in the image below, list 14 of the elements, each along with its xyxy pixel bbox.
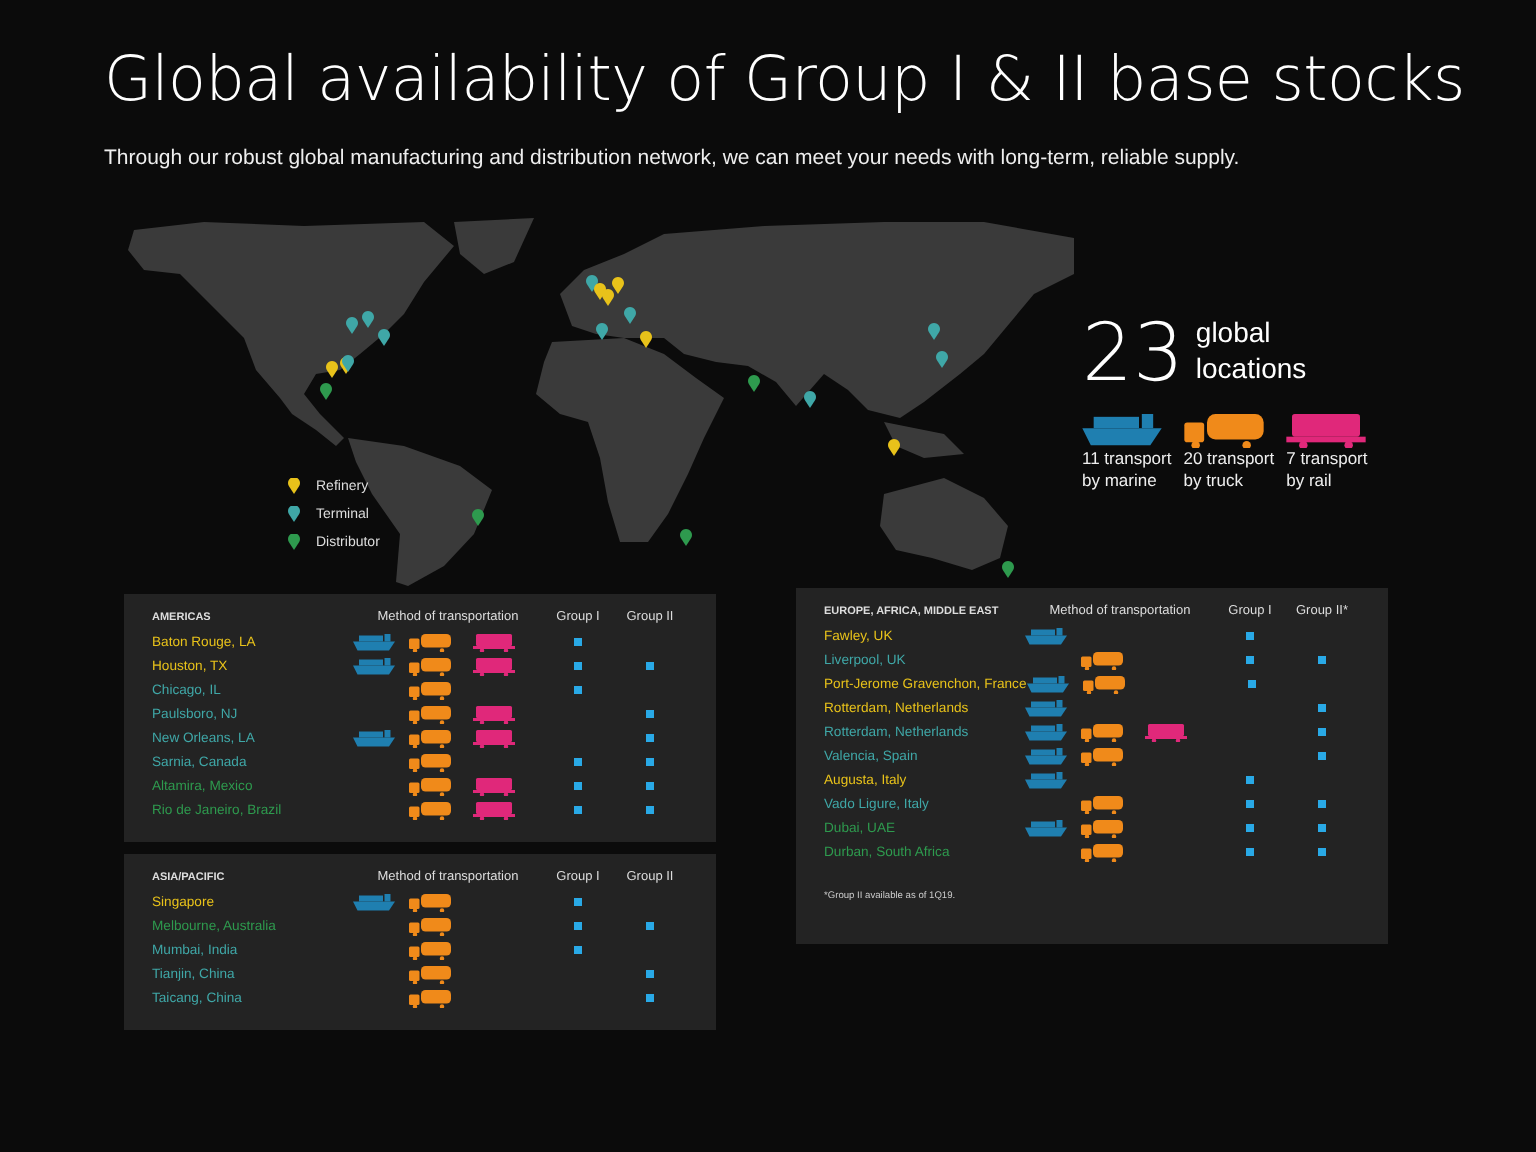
- transport-label: by rail: [1286, 470, 1334, 492]
- ship-icon: [1082, 414, 1162, 448]
- transport-label: 7 transport: [1286, 448, 1368, 470]
- transport-label: by truck: [1183, 470, 1245, 492]
- rail-car-icon: [1286, 414, 1367, 448]
- tanker-truck-icon: [1183, 414, 1264, 448]
- count-label: global: [1195, 314, 1273, 350]
- count-label: locations: [1195, 350, 1307, 386]
- page-title: Global availability of Group I & II base stocks: [104, 44, 1467, 116]
- transport-label: 20 transport: [1183, 448, 1275, 470]
- location-count: 23: [1082, 314, 1184, 394]
- subtitle: Through our robust global manufacturing and distribution network, we can meet your needs with long-term, reliable supply.: [104, 146, 1242, 170]
- transport-label: 11 transport: [1082, 448, 1172, 470]
- transport-label: by marine: [1082, 470, 1159, 492]
